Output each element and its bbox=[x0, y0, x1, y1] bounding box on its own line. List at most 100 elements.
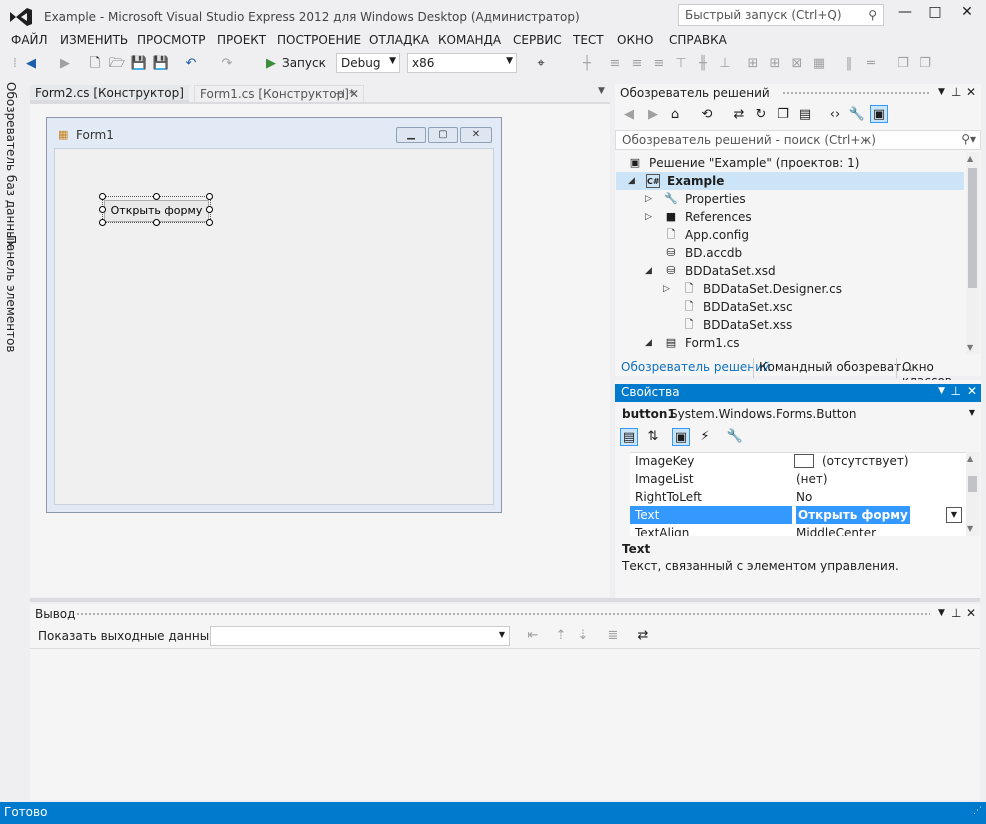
panel-menu-icon[interactable]: ▼ bbox=[938, 386, 945, 396]
expanded-icon[interactable]: ◢ bbox=[645, 334, 652, 352]
tab-form2-designer[interactable]: Form2.cs [Конструктор] bbox=[30, 85, 189, 102]
menu-project[interactable]: ПРОЕКТ bbox=[217, 33, 266, 47]
start-icon[interactable]: ▶ bbox=[262, 55, 280, 73]
property-row[interactable]: RightToLeft No bbox=[630, 488, 976, 506]
tree-item-properties[interactable]: ▷ 🔧 Properties bbox=[616, 190, 964, 208]
send-back-icon[interactable]: ❐ bbox=[916, 55, 934, 73]
close-icon[interactable]: ✕ bbox=[966, 85, 976, 99]
toolbox-tab[interactable]: Панель элементов bbox=[4, 235, 18, 353]
spacing-icon[interactable]: ‖ bbox=[840, 55, 858, 73]
open-file-icon[interactable]: 🗁 bbox=[108, 55, 126, 73]
next-message-icon[interactable]: ⇣ bbox=[574, 627, 592, 645]
alphabetical-icon[interactable]: ⇅ bbox=[644, 428, 662, 446]
bring-front-icon[interactable]: ❐ bbox=[894, 55, 912, 73]
menu-view[interactable]: ПРОСМОТР bbox=[137, 33, 205, 47]
forward-icon[interactable]: ▶ bbox=[56, 55, 74, 73]
tree-item-app-config[interactable]: 🗋 App.config bbox=[616, 226, 964, 244]
expanded-icon[interactable]: ◢ bbox=[628, 172, 635, 190]
prev-message-icon[interactable]: ⇡ bbox=[552, 627, 570, 645]
property-value-input[interactable]: Открыть форму bbox=[796, 506, 910, 524]
find-message-icon[interactable]: ⇤ bbox=[524, 627, 542, 645]
history-icon[interactable]: ⟲ bbox=[698, 106, 716, 124]
solution-search-input[interactable]: Обозреватель решений - поиск (Ctrl+ж) ⚲▾ bbox=[615, 130, 981, 150]
property-row-selected[interactable]: Text Открыть форму ▼ bbox=[630, 506, 976, 524]
forward-icon[interactable]: ▶ bbox=[644, 106, 662, 124]
menu-help[interactable]: СПРАВКА bbox=[669, 33, 727, 47]
pin-icon[interactable]: ⊥ bbox=[951, 85, 961, 99]
scroll-down-icon[interactable]: ▼ bbox=[967, 343, 973, 352]
save-all-icon[interactable]: 💾 bbox=[152, 55, 170, 73]
property-row[interactable]: ImageKey (отсутствует) bbox=[630, 452, 976, 470]
splitter[interactable] bbox=[30, 598, 980, 602]
scrollbar-thumb[interactable] bbox=[968, 476, 977, 492]
back-icon[interactable]: ◀ bbox=[22, 55, 40, 73]
resize-handle[interactable] bbox=[153, 193, 160, 200]
panel-menu-icon[interactable]: ▼ bbox=[938, 608, 945, 618]
tree-item-bd-accdb[interactable]: ⛁ BD.accdb bbox=[616, 244, 964, 262]
resize-handle[interactable] bbox=[206, 193, 213, 200]
resize-handle[interactable] bbox=[99, 193, 106, 200]
refresh-icon[interactable]: ↻ bbox=[752, 106, 770, 124]
home-icon[interactable]: ⌂ bbox=[666, 106, 684, 124]
pin-icon[interactable]: ⊣ bbox=[335, 87, 345, 101]
tab-form1-designer[interactable]: Form1.cs [Конструктор]* ⊣ ✕ bbox=[194, 85, 364, 102]
close-icon[interactable]: ✕ bbox=[966, 606, 976, 620]
resize-handle[interactable] bbox=[99, 219, 106, 226]
new-project-icon[interactable]: 🗋 bbox=[86, 55, 104, 73]
spacing-equal-icon[interactable]: ═ bbox=[862, 55, 880, 73]
tab-solution-explorer[interactable]: Обозреватель решений bbox=[621, 360, 771, 374]
same-size-icon[interactable]: ⊠ bbox=[788, 55, 806, 73]
align-middle-icon[interactable]: ╫ bbox=[694, 55, 712, 73]
tree-item-solution[interactable]: ▣ Решение "Example" (проектов: 1) bbox=[616, 154, 966, 172]
view-code-icon[interactable]: ‹› bbox=[826, 106, 844, 124]
menu-debug[interactable]: ОТЛАДКА bbox=[369, 33, 429, 47]
db-explorer-tab[interactable]: Обозреватель баз данных bbox=[4, 82, 18, 248]
align-center-icon[interactable]: ≡ bbox=[628, 55, 646, 73]
resize-handle[interactable] bbox=[99, 206, 106, 213]
view-designer-icon[interactable]: ▣ bbox=[870, 105, 888, 123]
same-height-icon[interactable]: ⊞ bbox=[766, 55, 784, 73]
menu-edit[interactable]: ИЗМЕНИТЬ bbox=[60, 33, 128, 47]
scroll-up-icon[interactable]: ▲ bbox=[967, 454, 973, 463]
tree-item-xsc[interactable]: 🗋 BDDataSet.xsc bbox=[616, 298, 964, 316]
resize-handle[interactable] bbox=[206, 219, 213, 226]
collapse-all-icon[interactable]: ❐ bbox=[774, 106, 792, 124]
output-text-area[interactable] bbox=[30, 648, 980, 798]
property-pages-icon[interactable]: 🔧 bbox=[726, 428, 744, 446]
resize-handle[interactable] bbox=[153, 219, 160, 226]
panel-menu-icon[interactable]: ▼ bbox=[938, 87, 945, 97]
dropdown-button[interactable]: ▼ bbox=[946, 507, 962, 523]
clear-all-icon[interactable]: ≣ bbox=[604, 627, 622, 645]
grid-icon[interactable]: ▦ bbox=[810, 55, 828, 73]
tree-item-designer-cs[interactable]: ▷ 🗋 BDDataSet.Designer.cs bbox=[616, 280, 964, 298]
tree-item-xss[interactable]: 🗋 BDDataSet.xss bbox=[616, 316, 964, 334]
scroll-down-icon[interactable]: ▼ bbox=[967, 524, 973, 533]
quick-launch-input[interactable]: Быстрый запуск (Ctrl+Q) ⚲ bbox=[678, 4, 884, 26]
show-all-files-icon[interactable]: ▤ bbox=[796, 106, 814, 124]
output-source-select[interactable]: ▼ bbox=[210, 626, 510, 646]
expanded-icon[interactable]: ◢ bbox=[645, 262, 652, 280]
tab-team-explorer[interactable]: Командный обозреват... bbox=[759, 360, 913, 374]
menu-build[interactable]: ПОСТРОЕНИЕ bbox=[277, 33, 361, 47]
scrollbar-thumb[interactable] bbox=[968, 168, 977, 288]
tree-item-bddataset-xsd[interactable]: ◢ ⛁ BDDataSet.xsd bbox=[616, 262, 964, 280]
maximize-button[interactable]: □ bbox=[920, 4, 950, 24]
minimize-button[interactable]: — bbox=[890, 4, 920, 24]
property-row[interactable]: ImageList (нет) bbox=[630, 470, 976, 488]
menu-window[interactable]: ОКНО bbox=[617, 33, 653, 47]
menu-test[interactable]: ТЕСТ bbox=[573, 33, 604, 47]
sync-icon[interactable]: ⇄ bbox=[730, 106, 748, 124]
menu-team[interactable]: КОМАНДА bbox=[438, 33, 501, 47]
close-icon[interactable]: ✕ bbox=[349, 87, 359, 101]
tree-item-form1-cs[interactable]: ◢ ▤ Form1.cs bbox=[616, 334, 964, 352]
pin-icon[interactable]: ⊥ bbox=[951, 384, 961, 398]
object-selector[interactable]: button1 System.Windows.Forms.Button ▼ bbox=[615, 404, 981, 424]
align-icon[interactable]: ┼ bbox=[578, 55, 596, 73]
property-row[interactable]: TextAlign MiddleCenter bbox=[630, 524, 976, 536]
properties-icon[interactable]: 🔧 bbox=[848, 106, 866, 124]
menu-file[interactable]: ФАЙЛ bbox=[11, 33, 48, 47]
align-left-icon[interactable]: ≡ bbox=[606, 55, 624, 73]
tabs-dropdown-icon[interactable]: ▼ bbox=[598, 86, 605, 96]
word-wrap-icon[interactable]: ⇄ bbox=[634, 627, 652, 645]
close-icon[interactable]: ✕ bbox=[967, 384, 977, 398]
